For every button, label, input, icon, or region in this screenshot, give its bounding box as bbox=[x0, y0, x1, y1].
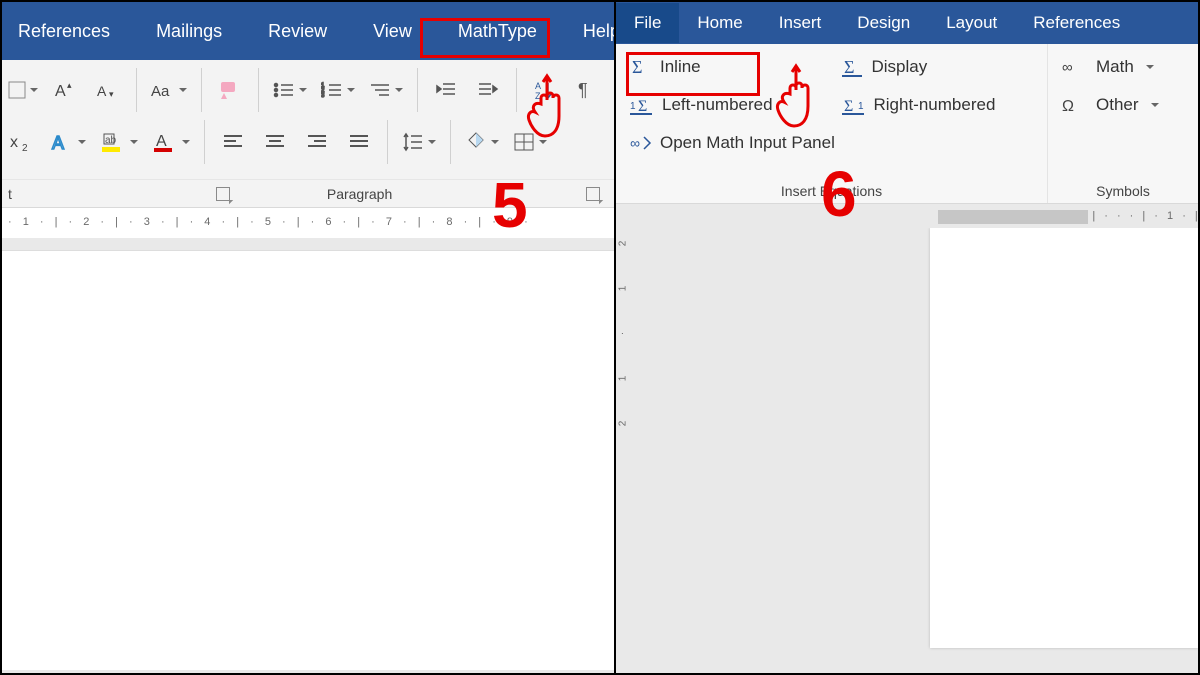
svg-text:▴: ▴ bbox=[67, 80, 72, 90]
clear-formatting-icon[interactable] bbox=[216, 72, 244, 108]
annotation-highlight-inline bbox=[626, 52, 760, 96]
symbols-group-label: Symbols bbox=[1048, 183, 1198, 199]
subscript-icon[interactable]: x2 bbox=[8, 124, 36, 160]
svg-text:2: 2 bbox=[22, 143, 28, 153]
symbols-group: ∞ Math Ω Other Symbols bbox=[1048, 44, 1198, 203]
change-case-icon[interactable]: Aa bbox=[151, 72, 187, 108]
tab-references[interactable]: References bbox=[8, 15, 120, 48]
paragraph-group-launcher[interactable] bbox=[586, 187, 600, 201]
step-number-6: 6 bbox=[821, 157, 857, 231]
other-symbols-label: Other bbox=[1096, 95, 1139, 115]
separator bbox=[201, 68, 202, 112]
open-math-input-panel-button[interactable]: ∞ Open Math Input Panel bbox=[630, 130, 1033, 156]
document-area-right: | · 2 · | · | · 1 · | · | · · · | · 1 · … bbox=[616, 204, 1198, 673]
step-number-5: 5 bbox=[492, 168, 528, 242]
left-numbered-label: Left-numbered bbox=[662, 95, 773, 115]
svg-text:Σ: Σ bbox=[844, 98, 853, 115]
separator bbox=[136, 68, 137, 112]
annotation-highlight-mathtype bbox=[420, 18, 550, 58]
tab-layout[interactable]: Layout bbox=[928, 3, 1015, 43]
svg-text:∞: ∞ bbox=[630, 135, 640, 151]
svg-text:1: 1 bbox=[858, 101, 864, 112]
other-symbols-button[interactable]: Ω Other bbox=[1062, 92, 1184, 118]
svg-text:Σ: Σ bbox=[638, 98, 647, 115]
open-math-input-panel-label: Open Math Input Panel bbox=[660, 133, 835, 153]
svg-text:A: A bbox=[55, 83, 66, 100]
v-tick: 2 bbox=[618, 421, 629, 427]
svg-text:3: 3 bbox=[321, 93, 325, 99]
justify-icon[interactable] bbox=[345, 124, 373, 160]
document-page-left[interactable] bbox=[2, 250, 614, 670]
math-symbols-label: Math bbox=[1096, 57, 1134, 77]
svg-text:x: x bbox=[10, 134, 18, 151]
bulleted-list-icon[interactable] bbox=[273, 72, 307, 108]
v-tick: 1 bbox=[618, 286, 629, 292]
svg-text:A: A bbox=[156, 133, 167, 150]
tab-file[interactable]: File bbox=[616, 3, 679, 43]
separator bbox=[387, 120, 388, 164]
svg-text:1: 1 bbox=[630, 101, 636, 112]
tab-review[interactable]: Review bbox=[258, 15, 337, 48]
tab-view[interactable]: View bbox=[363, 15, 422, 48]
font-color-icon[interactable]: A bbox=[152, 124, 190, 160]
separator bbox=[204, 120, 205, 164]
document-area-left: · 1 · | · 2 · | · 3 · | · 4 · | · 5 · | … bbox=[2, 208, 614, 673]
ruler-margin-shade bbox=[938, 210, 1088, 224]
paragraph-group-label: Paragraph bbox=[327, 186, 392, 202]
text-effects-icon[interactable]: A bbox=[50, 124, 86, 160]
svg-text:¶: ¶ bbox=[578, 80, 588, 100]
tab-design[interactable]: Design bbox=[839, 3, 928, 43]
svg-text:▾: ▾ bbox=[109, 89, 114, 99]
tab-references-right[interactable]: References bbox=[1015, 3, 1138, 43]
step6-pane: File Home Insert Design Layout Reference… bbox=[616, 2, 1198, 673]
tab-home[interactable]: Home bbox=[679, 3, 760, 43]
sort-icon[interactable]: AZ bbox=[531, 72, 559, 108]
separator bbox=[516, 68, 517, 112]
line-spacing-icon[interactable] bbox=[402, 124, 436, 160]
tab-insert[interactable]: Insert bbox=[761, 3, 840, 43]
font-size-dropdown[interactable] bbox=[8, 72, 38, 108]
increase-font-icon[interactable]: A▴ bbox=[52, 72, 80, 108]
decrease-indent-icon[interactable] bbox=[432, 72, 460, 108]
highlight-color-icon[interactable]: ab bbox=[100, 124, 138, 160]
math-symbols-button[interactable]: ∞ Math bbox=[1062, 54, 1184, 80]
tab-mailings[interactable]: Mailings bbox=[146, 15, 232, 48]
font-group-launcher[interactable] bbox=[216, 187, 230, 201]
svg-text:ab: ab bbox=[105, 135, 117, 146]
borders-icon[interactable] bbox=[513, 124, 547, 160]
svg-text:A: A bbox=[535, 81, 541, 91]
ribbon-tabs-right: File Home Insert Design Layout Reference… bbox=[616, 2, 1198, 44]
increase-indent-icon[interactable] bbox=[474, 72, 502, 108]
svg-text:∞: ∞ bbox=[1062, 59, 1073, 76]
svg-text:Aa: Aa bbox=[151, 83, 170, 100]
separator bbox=[258, 68, 259, 112]
decrease-font-icon[interactable]: A▾ bbox=[94, 72, 122, 108]
shading-icon[interactable] bbox=[465, 124, 499, 160]
svg-text:Z: Z bbox=[535, 91, 541, 100]
horizontal-ruler-right[interactable]: | · 2 · | · | · 1 · | · | · · · | · 1 · … bbox=[638, 204, 1198, 228]
vertical-ruler[interactable]: 2 1 · 1 2 bbox=[616, 204, 630, 673]
multilevel-list-icon[interactable] bbox=[369, 72, 403, 108]
right-numbered-button[interactable]: Σ1 Right-numbered bbox=[842, 92, 1034, 118]
font-group-label: t bbox=[8, 186, 16, 202]
svg-text:Ω: Ω bbox=[1062, 98, 1074, 114]
numbered-list-icon[interactable]: 123 bbox=[321, 72, 355, 108]
v-tick: 2 bbox=[618, 241, 629, 247]
right-numbered-label: Right-numbered bbox=[874, 95, 996, 115]
align-left-icon[interactable] bbox=[219, 124, 247, 160]
separator bbox=[417, 68, 418, 112]
svg-text:A: A bbox=[97, 83, 107, 99]
step5-pane: References Mailings Review View MathType… bbox=[2, 2, 616, 673]
display-equation-label: Display bbox=[872, 57, 928, 77]
align-right-icon[interactable] bbox=[303, 124, 331, 160]
v-tick: 1 bbox=[618, 376, 629, 382]
document-page-right[interactable] bbox=[930, 228, 1198, 648]
tab-help[interactable]: Help bbox=[573, 15, 616, 48]
align-center-icon[interactable] bbox=[261, 124, 289, 160]
separator bbox=[450, 120, 451, 164]
svg-text:Σ: Σ bbox=[844, 57, 854, 77]
display-equation-button[interactable]: Σ Display bbox=[842, 54, 1034, 80]
svg-text:A: A bbox=[52, 133, 64, 153]
show-paragraph-marks-icon[interactable]: ¶ bbox=[573, 72, 601, 108]
